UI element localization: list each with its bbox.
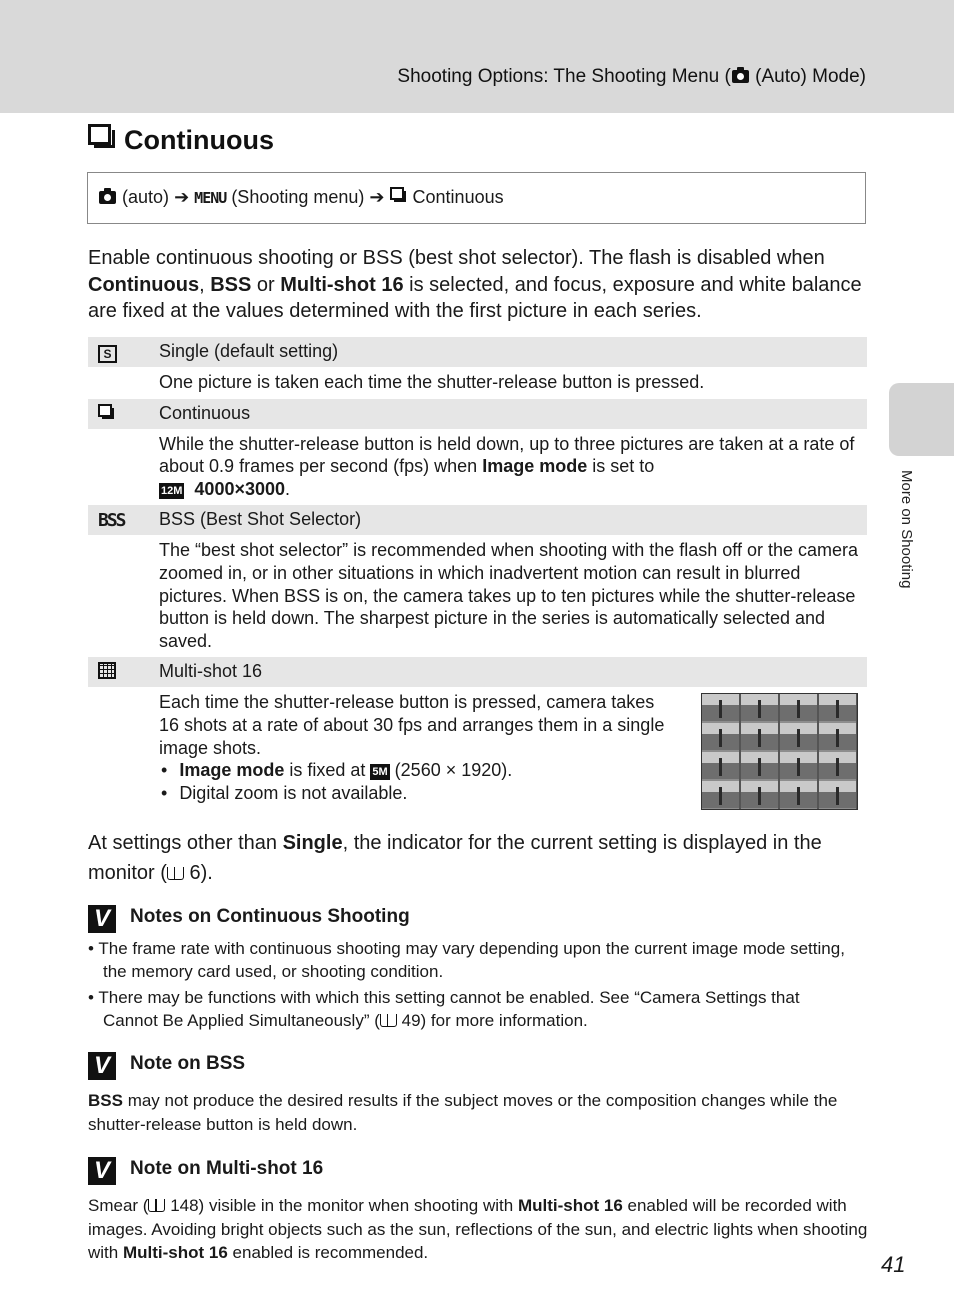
- option-row-bss: BSS BSS (Best Shot Selector): [88, 505, 867, 536]
- note-paragraph: Smear ( 148) visible in the monitor when…: [88, 1196, 868, 1262]
- page-number: 41: [881, 1252, 906, 1277]
- page-title: Continuous: [88, 124, 274, 156]
- option-description: The “best shot selector” is recommended …: [159, 540, 859, 651]
- thumbnail-frame: [702, 723, 739, 751]
- thumbnail-frame: [819, 752, 856, 780]
- continuous-icon: [389, 187, 408, 205]
- thumbnail-frame: [780, 781, 817, 809]
- single-icon: S: [98, 345, 117, 363]
- note-heading: V Notes on Continuous Shooting: [88, 905, 410, 933]
- thumbnail-frame: [819, 781, 856, 809]
- note-heading: V Note on Multi-shot 16: [88, 1157, 323, 1185]
- option-label: Single (default setting): [159, 341, 339, 361]
- continuous-icon: [88, 124, 118, 152]
- thumbnail-frame: [702, 752, 739, 780]
- indicator-paragraph: At settings other than Single, the indic…: [88, 832, 822, 884]
- note-list: The frame rate with continuous shooting …: [88, 938, 848, 1036]
- option-description: While the shutter-release button is held…: [159, 433, 855, 499]
- menu-path-box: (auto) ➔ MENU (Shooting menu) ➔ Continuo…: [87, 172, 866, 224]
- thumbnail-frame: [819, 694, 856, 722]
- camera-icon: [731, 67, 749, 83]
- arrow-icon: ➔: [174, 187, 190, 207]
- thumbnail-frame: [741, 723, 778, 751]
- multi-shot-icon: [98, 662, 116, 680]
- option-description: One picture is taken each time the shutt…: [159, 372, 705, 392]
- thumbnail-frame: [819, 723, 856, 751]
- bullet-item: Digital zoom is not available.: [159, 782, 679, 805]
- option-label: Multi-shot 16: [159, 661, 263, 682]
- option-description: Each time the shutter-release button is …: [88, 687, 867, 811]
- note-item: There may be functions with which this s…: [88, 987, 848, 1032]
- option-row-continuous: Continuous: [88, 398, 867, 429]
- thumbnail-frame: [702, 781, 739, 809]
- option-row-single: S Single (default setting): [88, 337, 867, 367]
- thumbnail-frame: [780, 723, 817, 751]
- option-label: Continuous: [159, 402, 251, 423]
- thumbnail-frame: [702, 694, 739, 722]
- book-reference-icon: [166, 867, 184, 880]
- section-title: Shooting Options: The Shooting Menu ( (A…: [397, 66, 866, 87]
- intro-paragraph: Enable continuous shooting or BSS (best …: [88, 247, 862, 322]
- thumbnail-frame: [780, 752, 817, 780]
- option-row-multishot: Multi-shot 16: [88, 657, 867, 688]
- thumbnail-frame: [741, 694, 778, 722]
- chapter-tab: [889, 383, 954, 456]
- image-size-5m-icon: 5M: [370, 764, 390, 781]
- book-reference-icon: [379, 1013, 397, 1027]
- bss-icon: BSS: [98, 510, 126, 532]
- camera-icon: [99, 188, 116, 204]
- running-header: Shooting Options: The Shooting Menu ( (A…: [0, 0, 954, 113]
- note-item: The frame rate with continuous shooting …: [88, 938, 848, 983]
- note-paragraph: BSS may not produce the desired results …: [88, 1091, 838, 1134]
- arrow-icon: ➔: [369, 187, 385, 207]
- multi-shot-sample-image: [701, 693, 858, 811]
- option-label: BSS (Best Shot Selector): [159, 509, 362, 530]
- menu-button-label: MENU: [194, 189, 227, 207]
- thumbnail-frame: [741, 781, 778, 809]
- check-icon: V: [88, 905, 116, 933]
- continuous-icon: [98, 403, 116, 422]
- thumbnail-frame: [741, 752, 778, 780]
- chapter-label: More on Shooting: [898, 470, 915, 589]
- book-reference-icon: [148, 1199, 166, 1212]
- thumbnail-frame: [780, 694, 817, 722]
- note-heading: V Note on BSS: [88, 1052, 245, 1080]
- check-icon: V: [88, 1052, 116, 1080]
- bullet-item: Image mode is fixed at 5M (2560 × 1920).: [159, 759, 679, 782]
- check-icon: V: [88, 1157, 116, 1185]
- options-table: S Single (default setting) One picture i…: [88, 337, 867, 811]
- image-size-12m-icon: 12M: [159, 482, 185, 499]
